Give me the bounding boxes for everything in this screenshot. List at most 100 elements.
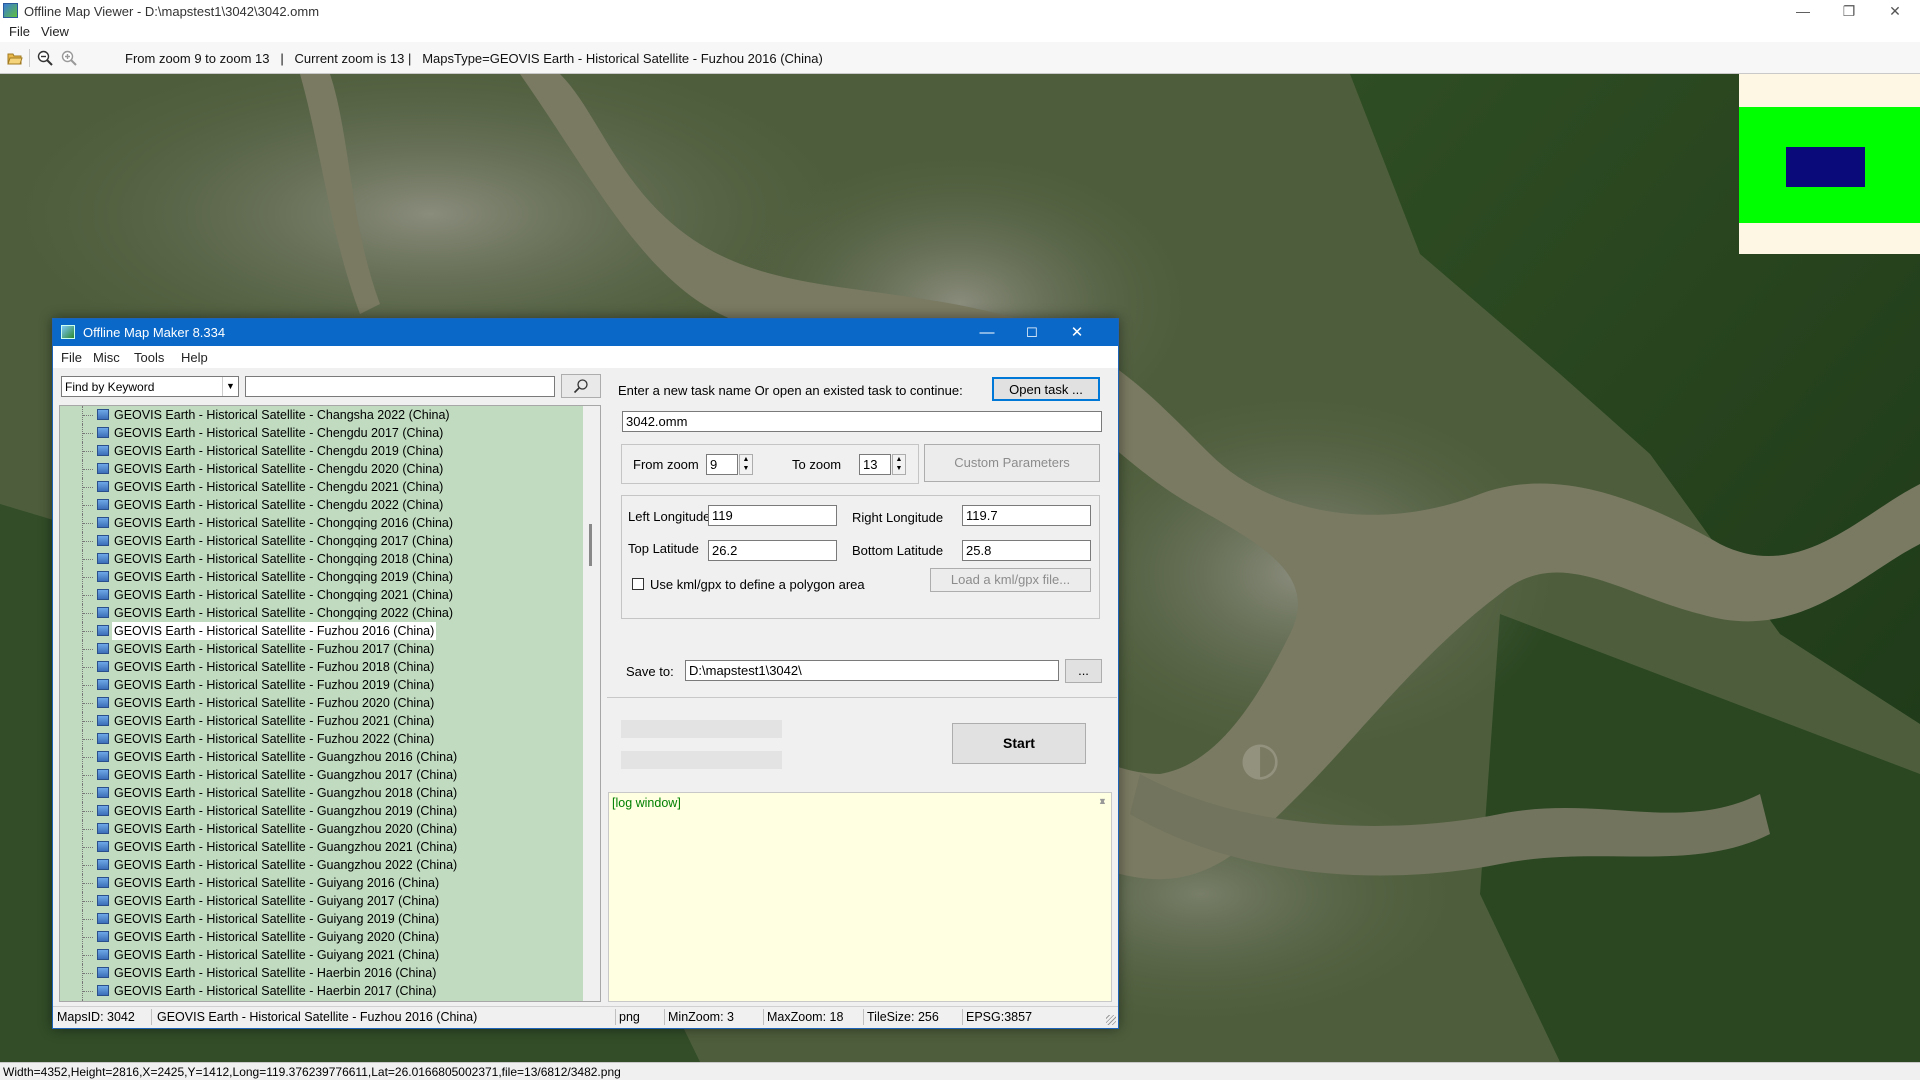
map-icon [97, 517, 109, 528]
open-task-button[interactable]: Open task ... [992, 377, 1100, 401]
browse-folder-button[interactable]: ... [1065, 659, 1102, 683]
list-scrollbar[interactable] [583, 406, 600, 1001]
list-item[interactable]: GEOVIS Earth - Historical Satellite - Ha… [60, 964, 584, 982]
tree-connector [82, 514, 95, 532]
list-item[interactable]: GEOVIS Earth - Historical Satellite - Fu… [60, 694, 584, 712]
custom-parameters-button[interactable]: Custom Parameters [924, 444, 1100, 482]
status-bar: Width=4352,Height=2816,X=2425,Y=1412,Lon… [0, 1062, 1920, 1080]
list-item[interactable]: GEOVIS Earth - Historical Satellite - Gu… [60, 802, 584, 820]
save-to-input[interactable] [685, 660, 1059, 681]
list-item[interactable]: GEOVIS Earth - Historical Satellite - Gu… [60, 766, 584, 784]
window-titlebar[interactable]: Offline Map Viewer - D:\mapstest1\3042\3… [0, 0, 1920, 22]
list-item[interactable]: GEOVIS Earth - Historical Satellite - Gu… [60, 856, 584, 874]
svg-text:◐: ◐ [1240, 731, 1280, 785]
scroll-down-icon[interactable]: ▼ [1098, 796, 1107, 998]
list-item-label: GEOVIS Earth - Historical Satellite - Gu… [114, 894, 440, 908]
list-item-label: GEOVIS Earth - Historical Satellite - Ch… [114, 426, 444, 440]
list-item[interactable]: GEOVIS Earth - Historical Satellite - Fu… [60, 622, 584, 640]
task-name-input[interactable] [622, 411, 1102, 432]
list-item[interactable]: GEOVIS Earth - Historical Satellite - Ch… [60, 604, 584, 622]
list-item[interactable]: GEOVIS Earth - Historical Satellite - Ch… [60, 478, 584, 496]
left-longitude-input[interactable] [708, 505, 837, 526]
search-button[interactable] [561, 374, 601, 398]
log-window[interactable]: [log window] ▲ ▼ [608, 792, 1112, 1002]
dialog-titlebar[interactable]: Offline Map Maker 8.334 — ☐ ✕ [53, 319, 1118, 346]
list-item[interactable]: GEOVIS Earth - Historical Satellite - Ha… [60, 1000, 584, 1001]
find-mode-select[interactable]: Find by Keyword ▼ [61, 376, 239, 397]
list-item[interactable]: GEOVIS Earth - Historical Satellite - Gu… [60, 946, 584, 964]
close-button[interactable]: ✕ [1872, 0, 1918, 22]
to-zoom-stepper[interactable]: ▲ ▼ [892, 454, 906, 475]
progress-bar-secondary [621, 751, 782, 769]
list-item[interactable]: GEOVIS Earth - Historical Satellite - Gu… [60, 820, 584, 838]
resize-grip-icon[interactable] [1106, 1015, 1116, 1025]
list-item-label: GEOVIS Earth - Historical Satellite - Ch… [114, 534, 454, 548]
kml-checkbox[interactable] [632, 578, 644, 590]
zoom-out-icon[interactable] [37, 50, 53, 66]
map-type-list[interactable]: GEOVIS Earth - Historical Satellite - Ch… [59, 405, 601, 1002]
list-item-label: GEOVIS Earth - Historical Satellite - Ch… [114, 498, 444, 512]
toolbar: From zoom 9 to zoom 13 | Current zoom is… [0, 42, 1920, 74]
list-item[interactable]: GEOVIS Earth - Historical Satellite - Ch… [60, 406, 584, 424]
zoom-in-icon[interactable] [61, 50, 77, 66]
list-item[interactable]: GEOVIS Earth - Historical Satellite - Gu… [60, 928, 584, 946]
tree-connector [82, 640, 95, 658]
log-scrollbar[interactable]: ▲ ▼ [1095, 793, 1111, 1001]
dialog-maximize-button[interactable]: ☐ [1010, 319, 1054, 346]
dialog-close-button[interactable]: ✕ [1055, 319, 1099, 346]
map-icon [97, 895, 109, 906]
list-scrollbar-thumb[interactable] [589, 524, 592, 566]
right-longitude-input[interactable] [962, 505, 1091, 526]
list-item[interactable]: GEOVIS Earth - Historical Satellite - Fu… [60, 730, 584, 748]
dialog-menu-tools[interactable]: Tools [134, 350, 164, 365]
start-button[interactable]: Start [952, 723, 1086, 764]
maximize-button[interactable]: ❐ [1826, 0, 1872, 22]
bottom-latitude-input[interactable] [962, 540, 1091, 561]
list-item[interactable]: GEOVIS Earth - Historical Satellite - Ch… [60, 550, 584, 568]
overview-viewport[interactable] [1786, 147, 1865, 187]
list-item[interactable]: GEOVIS Earth - Historical Satellite - Gu… [60, 748, 584, 766]
dialog-menu-file[interactable]: File [61, 350, 82, 365]
list-item-label: GEOVIS Earth - Historical Satellite - Ch… [114, 588, 454, 602]
folder-open-icon[interactable] [7, 50, 23, 66]
list-item[interactable]: GEOVIS Earth - Historical Satellite - Gu… [60, 910, 584, 928]
list-item[interactable]: GEOVIS Earth - Historical Satellite - Ch… [60, 532, 584, 550]
from-zoom-stepper[interactable]: ▲ ▼ [739, 454, 753, 475]
list-item[interactable]: GEOVIS Earth - Historical Satellite - Ch… [60, 586, 584, 604]
dialog-menu-misc[interactable]: Misc [93, 350, 120, 365]
menu-view[interactable]: View [41, 24, 69, 39]
list-item[interactable]: GEOVIS Earth - Historical Satellite - Fu… [60, 712, 584, 730]
list-item-label: GEOVIS Earth - Historical Satellite - Gu… [114, 750, 458, 764]
list-item[interactable]: GEOVIS Earth - Historical Satellite - Gu… [60, 838, 584, 856]
load-kml-button[interactable]: Load a kml/gpx file... [930, 568, 1091, 592]
map-icon [97, 571, 109, 582]
keyword-search-input[interactable] [245, 376, 555, 397]
list-item[interactable]: GEOVIS Earth - Historical Satellite - Gu… [60, 892, 584, 910]
list-item[interactable]: GEOVIS Earth - Historical Satellite - Fu… [60, 676, 584, 694]
list-item[interactable]: GEOVIS Earth - Historical Satellite - Ch… [60, 442, 584, 460]
list-item[interactable]: GEOVIS Earth - Historical Satellite - Ch… [60, 424, 584, 442]
menu-file[interactable]: File [9, 24, 30, 39]
list-item[interactable]: GEOVIS Earth - Historical Satellite - Ch… [60, 460, 584, 478]
list-item[interactable]: GEOVIS Earth - Historical Satellite - Ch… [60, 514, 584, 532]
task-prompt-label: Enter a new task name Or open an existed… [618, 383, 963, 398]
list-item[interactable]: GEOVIS Earth - Historical Satellite - Fu… [60, 640, 584, 658]
to-zoom-input[interactable] [859, 454, 891, 475]
list-item[interactable]: GEOVIS Earth - Historical Satellite - Ch… [60, 496, 584, 514]
zoom-info-text: From zoom 9 to zoom 13 | Current zoom is… [125, 51, 823, 66]
tree-connector [82, 964, 95, 982]
list-item[interactable]: GEOVIS Earth - Historical Satellite - Fu… [60, 658, 584, 676]
list-item[interactable]: GEOVIS Earth - Historical Satellite - Gu… [60, 874, 584, 892]
dialog-menu-help[interactable]: Help [181, 350, 208, 365]
list-item[interactable]: GEOVIS Earth - Historical Satellite - Ch… [60, 568, 584, 586]
overview-map[interactable] [1739, 74, 1920, 254]
top-latitude-input[interactable] [708, 540, 837, 561]
chevron-down-icon[interactable]: ▼ [222, 377, 238, 396]
status-separator [962, 1009, 963, 1025]
dialog-minimize-button[interactable]: — [965, 319, 1009, 346]
list-item-label: GEOVIS Earth - Historical Satellite - Gu… [114, 840, 458, 854]
list-item[interactable]: GEOVIS Earth - Historical Satellite - Gu… [60, 784, 584, 802]
list-item[interactable]: GEOVIS Earth - Historical Satellite - Ha… [60, 982, 584, 1000]
minimize-button[interactable]: — [1780, 0, 1826, 22]
from-zoom-input[interactable] [706, 454, 738, 475]
